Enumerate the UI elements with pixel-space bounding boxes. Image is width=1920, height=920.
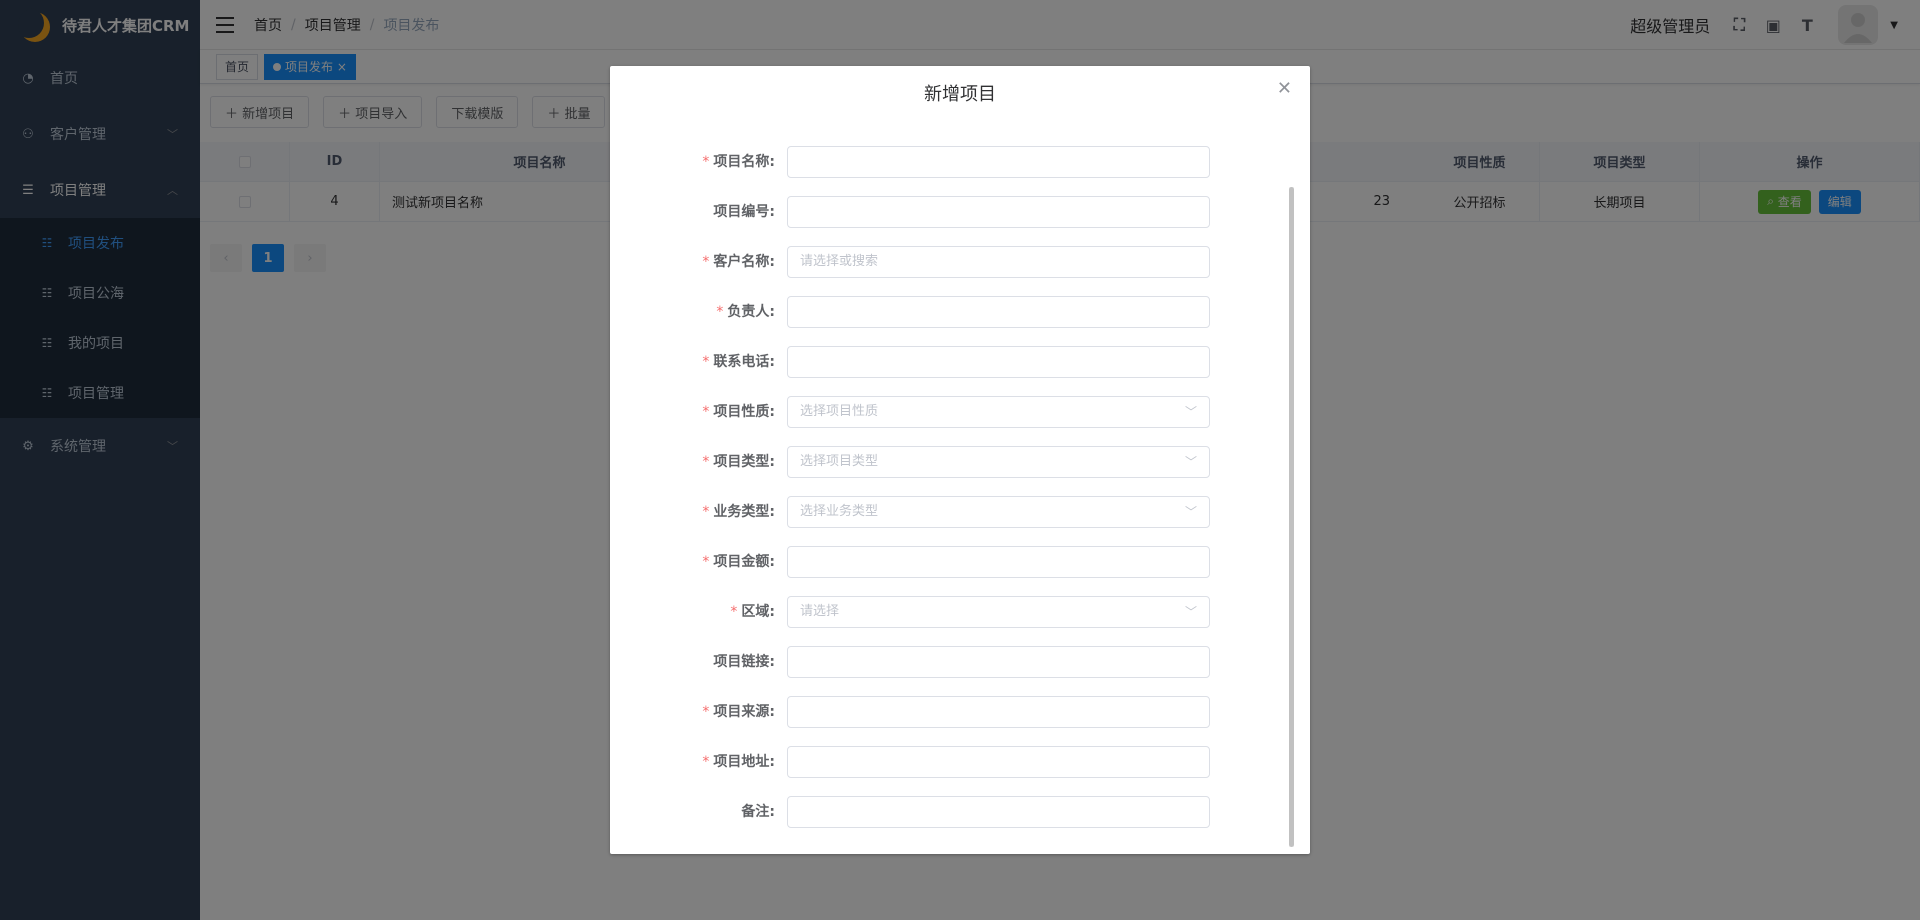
required-mark: * (702, 704, 710, 720)
form-row: 项目链接: (610, 646, 1310, 678)
form-row: * 联系电话: (610, 346, 1310, 378)
dialog-scrollbar[interactable] (1289, 187, 1294, 847)
form-label: * 项目类型: (610, 446, 775, 478)
form-row: 项目编号: (610, 196, 1310, 228)
form-label: * 项目金额: (610, 546, 775, 578)
form-input[interactable] (787, 646, 1210, 678)
form-row: * 项目来源: (610, 696, 1310, 728)
form-input[interactable] (787, 146, 1210, 178)
form-label: 备注: (610, 796, 775, 828)
required-mark: * (702, 504, 710, 520)
form-row: * 项目类型: 选择项目类型 ﹀ (610, 446, 1310, 478)
form-select[interactable]: 选择业务类型 ﹀ (787, 496, 1210, 528)
scroll-thumb[interactable] (1289, 187, 1294, 847)
form-input[interactable] (787, 746, 1210, 778)
form-label-text: 联系电话: (713, 354, 775, 370)
close-icon[interactable]: ✕ (1277, 78, 1292, 99)
input-placeholder: 请选择 (800, 604, 840, 619)
form-row: * 负责人: (610, 296, 1310, 328)
form-input[interactable] (787, 296, 1210, 328)
input-placeholder: 选择项目性质 (800, 404, 879, 419)
form-label-text: 备注: (741, 804, 775, 820)
form-label: * 业务类型: (610, 496, 775, 528)
form-label-text: 项目编号: (713, 204, 775, 220)
form-label-text: 项目金额: (713, 554, 775, 570)
form-label: 项目编号: (610, 196, 775, 228)
chevron-down-icon: ﹀ (1184, 405, 1197, 419)
form-input[interactable] (787, 196, 1210, 228)
form-row: * 业务类型: 选择业务类型 ﹀ (610, 496, 1310, 528)
form-label-text: 项目名称: (713, 154, 775, 170)
form-label-text: 项目类型: (713, 454, 775, 470)
form-row: * 项目名称: (610, 146, 1310, 178)
required-mark: * (702, 354, 710, 370)
form-row: * 项目地址: (610, 746, 1310, 778)
input-placeholder: 请选择或搜索 (800, 254, 879, 269)
form-label: * 客户名称: (610, 246, 775, 278)
chevron-down-icon: ﹀ (1184, 505, 1197, 519)
form-select[interactable]: 选择项目性质 ﹀ (787, 396, 1210, 428)
input-placeholder: 选择项目类型 (800, 454, 879, 469)
form-row: * 客户名称: 请选择或搜索 (610, 246, 1310, 278)
required-mark: * (702, 554, 710, 570)
form-label-text: 项目来源: (713, 704, 775, 720)
form-label: * 区域: (610, 596, 775, 628)
form-label-text: 负责人: (727, 304, 775, 320)
form-label: * 项目性质: (610, 396, 775, 428)
form-input[interactable] (787, 346, 1210, 378)
form-input[interactable] (787, 546, 1210, 578)
required-mark: * (702, 754, 710, 770)
form-label-text: 项目地址: (713, 754, 775, 770)
required-mark: * (716, 304, 724, 320)
form-label-text: 客户名称: (713, 254, 775, 270)
add-project-dialog: 新增项目 ✕ * 项目名称: 项目编号: * 客户名称: 请选择或搜索 * 负责人: * 联系电话… (610, 66, 1310, 854)
form-label: * 项目来源: (610, 696, 775, 728)
form-row: * 项目金额: (610, 546, 1310, 578)
input-placeholder: 选择业务类型 (800, 504, 879, 519)
form-label: * 项目名称: (610, 146, 775, 178)
form-row: * 项目性质: 选择项目性质 ﹀ (610, 396, 1310, 428)
required-mark: * (730, 604, 738, 620)
form-label-text: 业务类型: (713, 504, 775, 520)
form-row: 备注: (610, 796, 1310, 828)
form-input[interactable] (787, 796, 1210, 828)
form-label: * 负责人: (610, 296, 775, 328)
chevron-down-icon: ﹀ (1184, 455, 1197, 469)
required-mark: * (702, 254, 710, 270)
dialog-title: 新增项目 (924, 84, 996, 105)
required-mark: * (702, 404, 710, 420)
form-input[interactable] (787, 696, 1210, 728)
form-label: * 项目地址: (610, 746, 775, 778)
form-input[interactable]: 请选择或搜索 (787, 246, 1210, 278)
form-select[interactable]: 选择项目类型 ﹀ (787, 446, 1210, 478)
form-select[interactable]: 请选择 ﹀ (787, 596, 1210, 628)
form-row: * 区域: 请选择 ﹀ (610, 596, 1310, 628)
form-label: * 联系电话: (610, 346, 775, 378)
dialog-body: * 项目名称: 项目编号: * 客户名称: 请选择或搜索 * 负责人: * 联系电话: * 项目性质:… (610, 120, 1310, 840)
form-label-text: 项目性质: (713, 404, 775, 420)
form-label-text: 项目链接: (713, 654, 775, 670)
chevron-down-icon: ﹀ (1184, 605, 1197, 619)
form-label-text: 区域: (741, 604, 775, 620)
form-label: 项目链接: (610, 646, 775, 678)
required-mark: * (702, 454, 710, 470)
required-mark: * (702, 154, 710, 170)
